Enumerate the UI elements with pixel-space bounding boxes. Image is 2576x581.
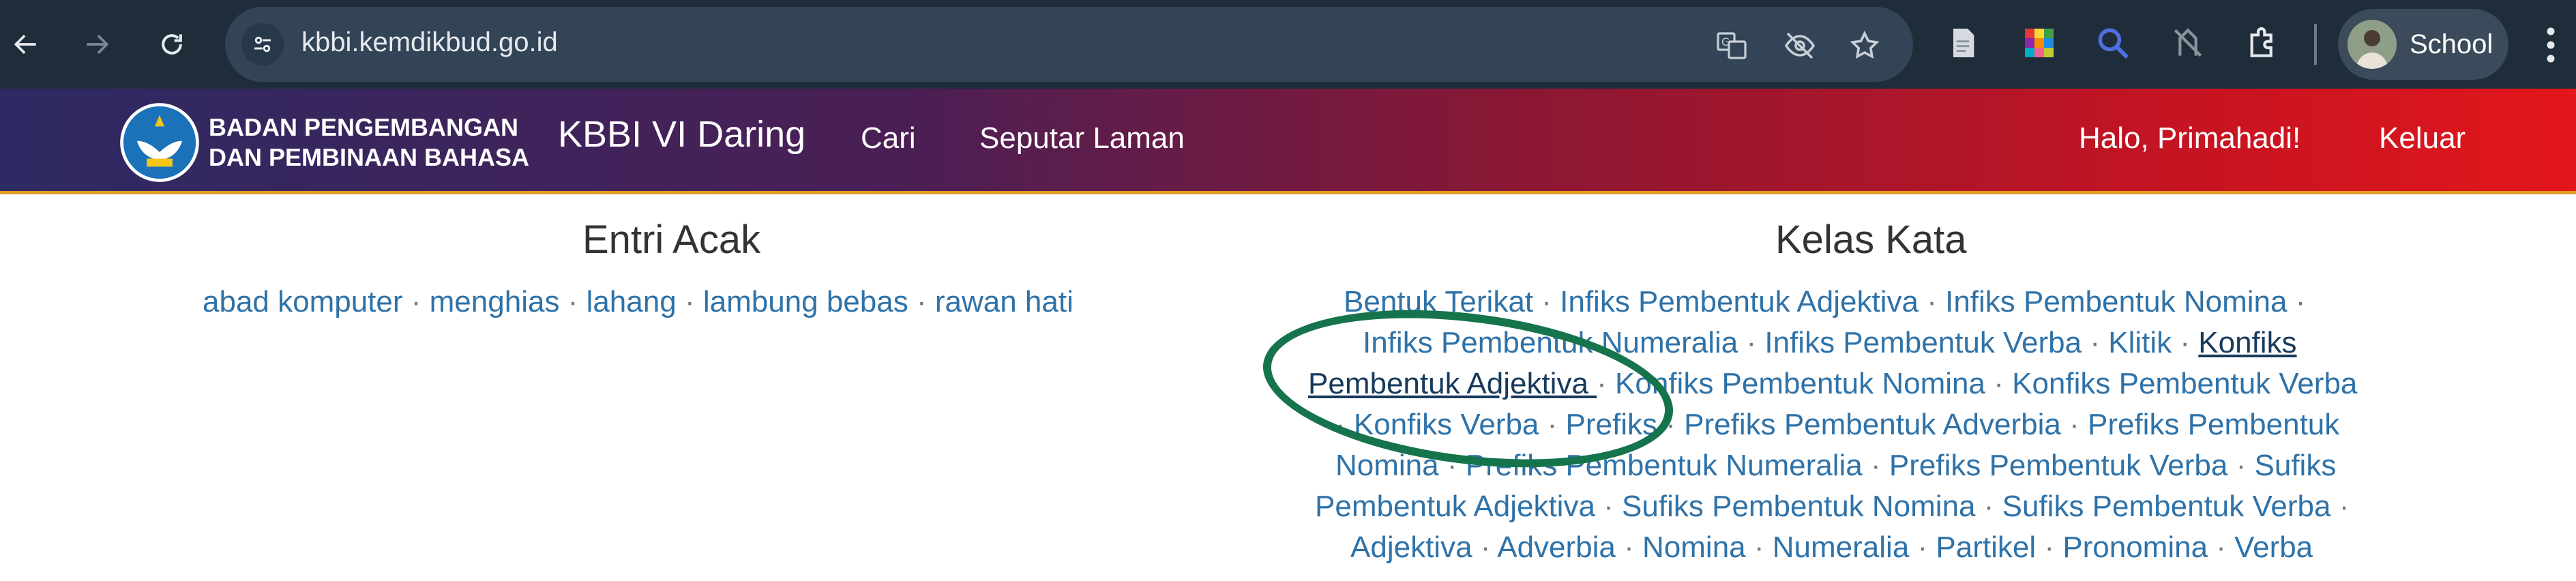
kelas-kata-link[interactable]: Infiks Pembentuk Adjektiva [1560,285,1919,318]
kelas-kata-link[interactable]: Numeralia [1773,531,1910,564]
kelas-kata-title: Kelas Kata [1775,218,1967,262]
kelas-kata-link[interactable]: Konfiks Pembentuk Verba [2012,367,2357,400]
profile-button[interactable]: School [2338,9,2508,80]
kelas-kata-line-6: Pembentuk Adjektiva · Sufiks Pembentuk N… [1315,490,2350,523]
translate-icon[interactable]: G [1715,29,1748,62]
kelas-kata-link[interactable]: Pembentuk Adjektiva [1315,490,1595,523]
kelas-kata-link[interactable]: Prefiks Pembentuk Verba [1889,449,2227,482]
kelas-kata-link[interactable]: Partikel [1936,531,2036,564]
color-palette-extension-icon[interactable] [2020,24,2058,62]
kelas-kata-link[interactable]: Sufiks Pembentuk Nomina [1622,490,1975,523]
blocked-extension-icon[interactable] [2169,24,2207,62]
kelas-kata-link[interactable]: Sufiks [2255,449,2337,482]
entri-link[interactable]: abad komputer [203,285,403,318]
kelas-kata-link[interactable]: Pronomina [2062,531,2208,564]
forward-arrow-icon[interactable] [76,24,117,65]
entri-acak-links: abad komputer · menghias · lahang · lamb… [203,285,1074,318]
url-text[interactable]: kbbi.kemdikbud.go.id [301,27,558,58]
address-bar[interactable]: kbbi.kemdikbud.go.id G [225,7,1913,82]
back-arrow-icon[interactable] [5,24,46,65]
profile-name: School [2410,29,2493,59]
kelas-kata-link[interactable]: Adverbia [1497,531,1616,564]
menu-seputar-laman[interactable]: Seputar Laman [979,121,1185,155]
brand-line-2: DAN PEMBINAAN BAHASA [209,143,530,171]
kelas-kata-link[interactable]: Prefiks Pembentuk Adverbia [1684,408,2061,441]
kelas-kata-link[interactable]: Prefiks Pembentuk [2088,408,2339,441]
reload-icon[interactable] [151,24,192,65]
entri-link[interactable]: lahang [587,285,677,318]
entri-link[interactable]: menghias [430,285,560,318]
kelas-kata-link[interactable]: Verba [2234,531,2313,564]
document-extension-icon[interactable] [1944,24,1982,62]
entri-link[interactable]: lambung bebas [703,285,908,318]
kelas-kata-link[interactable]: Nomina [1642,531,1746,564]
kelas-kata-link-konfiks-pembentuk-adjektiva[interactable]: Konfiks [2198,326,2296,359]
magnifier-extension-icon[interactable] [2094,24,2132,62]
kelas-kata-link[interactable]: Klitik [2108,326,2172,359]
browser-toolbar: kbbi.kemdikbud.go.id G School [0,0,2576,89]
kebab-menu-icon[interactable] [2544,25,2558,65]
entri-acak-title: Entri Acak [582,218,761,262]
kelas-kata-line-7: Adjektiva · Adverbia · Nomina · Numerali… [1350,531,2313,564]
brand-line-1: BADAN PENGEMBANGAN [209,113,519,141]
kelas-kata-link[interactable]: Sufiks Pembentuk Verba [2002,490,2331,523]
site-title[interactable]: KBBI VI Daring [558,113,805,155]
eye-off-icon[interactable] [1783,29,1816,62]
avatar [2348,20,2397,69]
logout-link[interactable]: Keluar [2379,121,2466,155]
toolbar-divider [2314,24,2317,65]
kelas-kata-link[interactable]: Infiks Pembentuk Verba [1764,326,2082,359]
puzzle-icon[interactable] [2244,24,2282,62]
user-greeting[interactable]: Halo, Primahadi! [2079,121,2300,155]
kelas-kata-link[interactable]: Konfiks Pembentuk Nomina [1615,367,1985,400]
entri-link[interactable]: rawan hati [935,285,1074,318]
star-icon[interactable] [1848,29,1881,62]
tune-icon[interactable] [241,23,284,65]
svg-text:G: G [1721,35,1730,48]
menu-cari[interactable]: Cari [861,121,916,155]
tut-wuri-handayani-logo[interactable] [117,102,202,183]
kelas-kata-line-1: Bentuk Terikat · Infiks Pembentuk Adjekt… [1344,285,2306,318]
site-header: BADAN PENGEMBANGAN DAN PEMBINAAN BAHASA … [0,89,2576,194]
kelas-kata-link[interactable]: Infiks Pembentuk Nomina [1945,285,2287,318]
kelas-kata-link[interactable]: Adjektiva [1350,531,1472,564]
